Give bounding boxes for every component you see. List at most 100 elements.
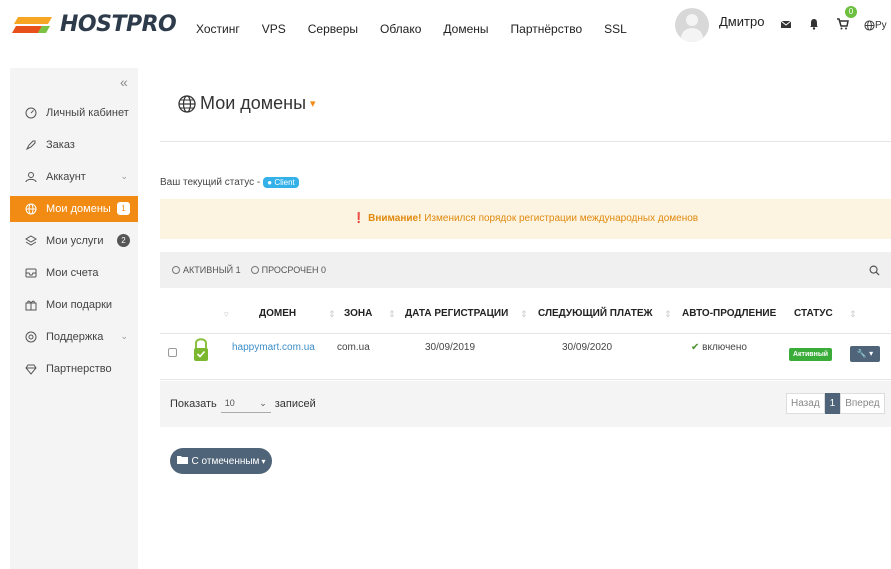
divider [160, 333, 891, 334]
sidebar-item-label: Заказ [46, 139, 75, 151]
divider [160, 141, 891, 142]
wrench-icon: 🔧 [856, 349, 867, 358]
sidebar-item-label: Аккаунт [46, 171, 86, 183]
search-icon[interactable] [863, 259, 885, 281]
sidebar-item-dashboard[interactable]: Личный кабинет [10, 100, 138, 126]
sidebar-item-label: Мои услуги [46, 235, 104, 247]
pagination: Назад 1 Вперед [786, 393, 885, 414]
pagination-next-button[interactable]: Вперед [840, 393, 885, 414]
alert-banner: ❗ Внимание! Изменился порядок регистраци… [160, 199, 891, 239]
sidebar-item-label: Мои подарки [46, 299, 113, 311]
filter-expired-label: ПРОСРОЧЕН 0 [261, 265, 327, 275]
user-icon: ● [267, 178, 273, 187]
globe-icon [24, 202, 38, 216]
chevron-down-icon: ⌄ [120, 171, 128, 181]
filter-bar: АКТИВНЫЙ 1 ПРОСРОЧЕН 0 [160, 252, 891, 288]
filter-expired[interactable]: ПРОСРОЧЕН 0 [250, 265, 327, 275]
status-label: Ваш текущий статус - [160, 177, 261, 188]
warning-icon: ❗ [352, 213, 366, 224]
header-icons: 0 Ру [780, 6, 887, 32]
bell-icon[interactable] [808, 18, 822, 32]
show-suffix: записей [274, 398, 316, 410]
sidebar-item-label: Поддержка [46, 331, 104, 343]
status-line: Ваш текущий статус - ● Client [160, 177, 299, 188]
nav-vps[interactable]: VPS [262, 22, 286, 36]
logo-text: HOSTPRO [60, 12, 177, 37]
page-title[interactable]: Мои домены ▾ [178, 93, 316, 114]
top-nav: Хостинг VPS Серверы Облако Домены Партнё… [196, 22, 649, 36]
row-checkbox[interactable] [168, 348, 177, 357]
column-header-zone[interactable]: ЗОНА [344, 295, 372, 333]
nav-domains[interactable]: Домены [443, 22, 488, 36]
domain-link[interactable]: happymart.com.ua [232, 342, 315, 353]
row-actions-button[interactable]: 🔧 ▾ [850, 346, 880, 362]
column-header-autorenew[interactable]: АВТО-ПРОДЛЕНИЕ [682, 295, 776, 333]
column-header-reg-date[interactable]: ДАТА РЕГИСТРАЦИИ [405, 295, 508, 333]
layers-icon [24, 234, 38, 248]
pagination-prev-button[interactable]: Назад [786, 393, 825, 414]
sort-icon: ⇕ [520, 309, 528, 319]
sidebar-item-my-domains[interactable]: Мои домены 1 [10, 196, 138, 222]
sidebar-item-support[interactable]: Поддержка ⌄ [10, 324, 138, 350]
column-header-status[interactable]: СТАТУС [794, 295, 833, 333]
page-size-select[interactable]: 10 ⌄ [220, 395, 271, 413]
collapse-sidebar-button[interactable]: « [120, 74, 128, 90]
sidebar-item-label: Личный кабинет [46, 107, 129, 119]
reg-date-cell: 30/09/2019 [425, 342, 476, 353]
nav-hosting[interactable]: Хостинг [196, 22, 240, 36]
folder-icon [176, 455, 188, 467]
nav-partnership[interactable]: Партнёрство [511, 22, 583, 36]
column-header-next-payment[interactable]: СЛЕДУЮЩИЙ ПЛАТЕЖ [538, 295, 653, 333]
cart-icon[interactable]: 0 [836, 6, 857, 32]
gift-icon [24, 298, 38, 312]
radio-icon[interactable] [250, 266, 259, 274]
chevron-down-icon: ⌄ [120, 331, 128, 341]
filter-active-label: АКТИВНЫЙ 1 [183, 265, 241, 275]
check-icon: ✔ [691, 342, 700, 353]
mail-icon[interactable] [780, 18, 794, 32]
language-label: Ру [875, 19, 887, 31]
sidebar-item-account[interactable]: Аккаунт ⌄ [10, 164, 138, 190]
zone-cell: com.ua [337, 342, 370, 353]
page-size-value: 10 [224, 398, 235, 408]
nav-ssl[interactable]: SSL [604, 22, 627, 36]
count-badge: 1 [117, 202, 130, 215]
user-menu[interactable]: Дмитро [675, 8, 764, 42]
logo-mark-icon [12, 13, 56, 37]
autorenew-cell: ✔ включено [691, 342, 747, 353]
logo[interactable]: HOSTPRO [12, 12, 177, 37]
lock-icon [193, 337, 209, 363]
table-footer: Показать 10 ⌄ записей Назад 1 Вперед [160, 381, 891, 427]
nav-servers[interactable]: Серверы [308, 22, 358, 36]
sidebar-item-order[interactable]: Заказ [10, 132, 138, 158]
chevron-down-icon[interactable]: ▾ [310, 97, 316, 110]
filter-active[interactable]: АКТИВНЫЙ 1 [172, 265, 241, 275]
sort-icon: ⇕ [664, 309, 672, 319]
sort-icon[interactable]: ▿ [224, 295, 229, 333]
page-title-text: Мои домены [200, 93, 307, 113]
language-switcher[interactable]: Ру [864, 20, 887, 31]
chevron-down-icon: ▾ [261, 456, 266, 466]
radio-icon[interactable] [172, 266, 180, 274]
column-header-domain[interactable]: ДОМЕН [259, 295, 296, 333]
sidebar-item-partnership[interactable]: Партнерство [10, 356, 138, 382]
sidebar-item-my-invoices[interactable]: Мои счета [10, 260, 138, 286]
diamond-icon [24, 362, 38, 376]
user-icon [24, 170, 38, 184]
user-name[interactable]: Дмитро [719, 14, 764, 29]
lifebuoy-icon [24, 330, 38, 344]
next-payment-cell: 30/09/2020 [562, 342, 613, 353]
alert-text: Изменился порядок регистрации международ… [424, 213, 699, 224]
sidebar-item-my-gifts[interactable]: Мои подарки [10, 292, 138, 318]
globe-icon [178, 94, 196, 113]
sort-icon: ⇕ [328, 309, 336, 319]
avatar[interactable] [675, 8, 709, 42]
sidebar-item-my-services[interactable]: Мои услуги 2 [10, 228, 138, 254]
count-badge: 2 [117, 234, 130, 247]
pagination-page-1[interactable]: 1 [824, 393, 841, 414]
bulk-actions-button[interactable]: С отмеченным ▾ [170, 448, 272, 474]
dashboard-icon [24, 106, 38, 120]
page-size-control: Показать 10 ⌄ записей [170, 395, 316, 413]
sidebar-item-label: Мои домены [46, 203, 111, 215]
nav-cloud[interactable]: Облако [380, 22, 421, 36]
